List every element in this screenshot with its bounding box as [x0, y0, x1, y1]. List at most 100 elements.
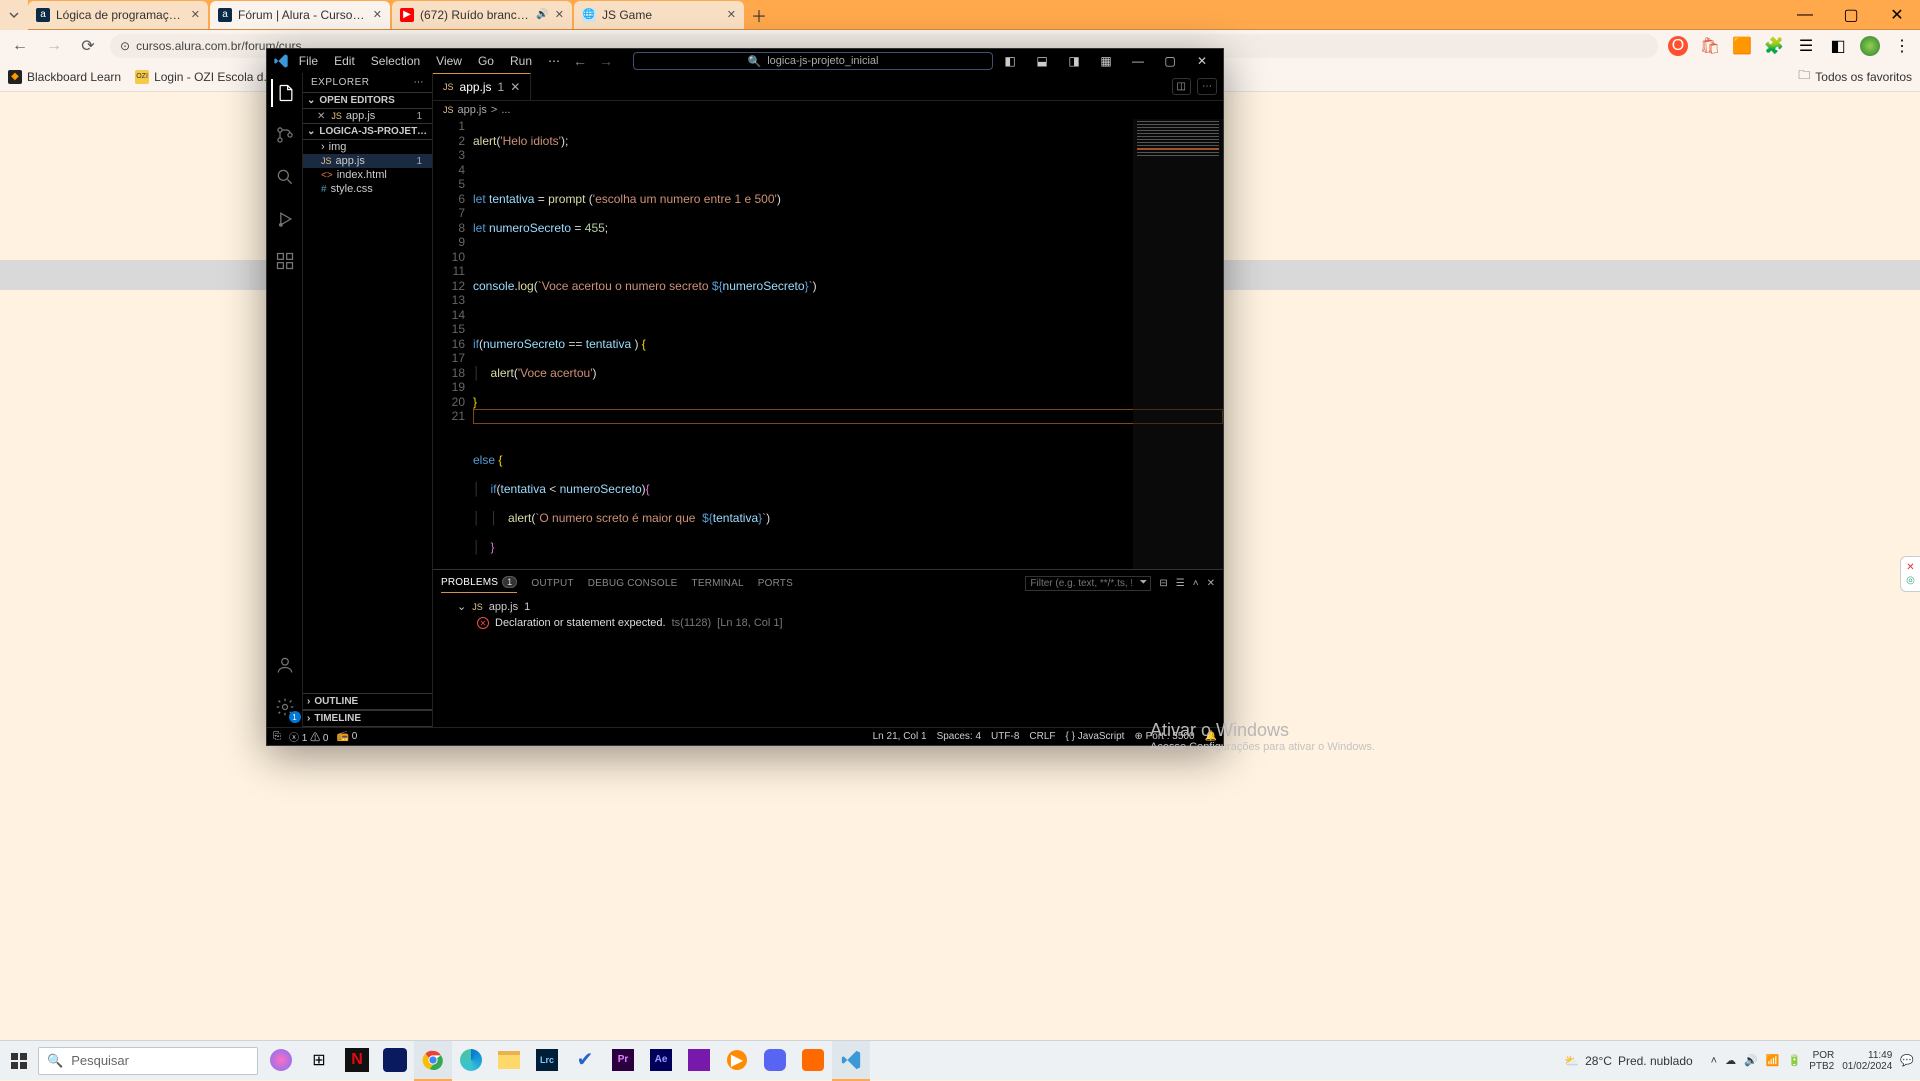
forward-button[interactable]: → [42, 34, 66, 58]
vscode-titlebar[interactable]: File Edit Selection View Go Run ⋯ ← → 🔍 … [267, 49, 1223, 73]
menu-file[interactable]: File [292, 52, 325, 70]
tab-search-button[interactable] [0, 0, 28, 30]
file-item-appjs[interactable]: JS app.js 1 [303, 154, 432, 168]
activity-run-debug-icon[interactable] [271, 205, 299, 233]
reading-list-icon[interactable]: ☰ [1796, 36, 1816, 56]
status-spaces[interactable]: Spaces: 4 [937, 731, 981, 742]
back-button[interactable]: ← [8, 34, 32, 58]
outline-section[interactable]: › OUTLINE [303, 693, 432, 710]
open-editor-item[interactable]: ✕ JS app.js 1 [303, 109, 432, 123]
close-icon[interactable]: ✕ [727, 8, 736, 21]
menu-icon[interactable]: ⋮ [1892, 36, 1912, 56]
project-section[interactable]: ⌄ LOGICA-JS-PROJETO_INICI... [303, 123, 432, 140]
activity-settings-icon[interactable]: 1 [271, 693, 299, 721]
panel-tab-debug[interactable]: DEBUG CONSOLE [588, 574, 678, 593]
activity-source-control-icon[interactable] [271, 121, 299, 149]
editor-tab-appjs[interactable]: JS app.js 1 ✕ [433, 73, 531, 100]
taskbar-weather[interactable]: ⛅ 28°C Pred. nublado [1564, 1054, 1693, 1068]
panel-tab-output[interactable]: OUTPUT [531, 574, 573, 593]
code-editor[interactable]: 123456789101112131415161718192021 alert(… [433, 119, 1223, 569]
side-floating-widget[interactable]: ✕ ◎ [1900, 556, 1920, 592]
menu-view[interactable]: View [429, 52, 469, 70]
tray-battery-icon[interactable]: 🔋 [1788, 1054, 1802, 1067]
site-info-icon[interactable]: ⊙ [120, 39, 130, 53]
file-item-index[interactable]: <> index.html [303, 168, 432, 182]
layout-toggle-left-icon[interactable]: ◧ [995, 50, 1025, 72]
window-maximize-icon[interactable]: ▢ [1155, 50, 1185, 72]
open-editors-section[interactable]: ⌄ OPEN EDITORS [303, 92, 432, 109]
menu-edit[interactable]: Edit [327, 52, 362, 70]
app-discord[interactable] [756, 1041, 794, 1081]
app-media[interactable]: ▶ [718, 1041, 756, 1081]
problems-filter-input[interactable] [1025, 576, 1151, 591]
app-chrome[interactable] [414, 1041, 452, 1081]
close-icon[interactable]: ✕ [373, 8, 382, 21]
filter-icon[interactable]: ⏷ [1139, 577, 1147, 588]
tray-notifications-icon[interactable]: 💬 [1900, 1054, 1914, 1067]
start-button[interactable] [0, 1041, 38, 1081]
window-close-icon[interactable]: ✕ [1187, 50, 1217, 72]
layout-toggle-right-icon[interactable]: ◨ [1059, 50, 1089, 72]
status-encoding[interactable]: UTF-8 [991, 731, 1019, 742]
profile-icon[interactable] [1860, 36, 1880, 56]
browser-tab-1[interactable]: a Fórum | Alura - Cursos online d... ✕ [210, 1, 390, 29]
tray-clock[interactable]: 11:4901/02/2024 [1842, 1050, 1892, 1072]
widget-close-icon[interactable]: ✕ [1906, 562, 1914, 573]
widget-target-icon[interactable]: ◎ [1906, 575, 1915, 586]
browser-tab-3[interactable]: 🌐 JS Game ✕ [574, 1, 744, 29]
close-icon[interactable]: ✕ [510, 80, 520, 94]
status-cursor[interactable]: Ln 21, Col 1 [873, 731, 927, 742]
tray-onedrive-icon[interactable]: ☁ [1725, 1054, 1736, 1067]
layout-toggle-bottom-icon[interactable]: ⬓ [1027, 50, 1057, 72]
activity-search-icon[interactable] [271, 163, 299, 191]
status-eol[interactable]: CRLF [1029, 731, 1055, 742]
view-as-list-icon[interactable]: ☰ [1176, 578, 1185, 589]
extension-icon[interactable]: 🛍 [1700, 36, 1720, 56]
task-view-icon[interactable]: ⊞ [300, 1041, 338, 1081]
all-bookmarks[interactable]: 🗀 Todos os favoritos [1798, 66, 1912, 87]
app-vscode[interactable] [832, 1041, 870, 1081]
minimap[interactable] [1133, 119, 1223, 569]
more-icon[interactable]: ⋯ [414, 77, 425, 88]
tray-volume-icon[interactable]: 🔊 [1744, 1054, 1758, 1067]
extensions-icon[interactable]: 🧩 [1764, 36, 1784, 56]
maximize-panel-icon[interactable]: ˄ [1193, 578, 1199, 589]
app-premiere[interactable]: Pr [604, 1041, 642, 1081]
tray-wifi-icon[interactable]: 📶 [1766, 1054, 1780, 1067]
folder-item[interactable]: › img [303, 140, 432, 154]
status-radio[interactable]: 📻 0 [336, 731, 357, 742]
tray-language[interactable]: PORPTB2 [1809, 1050, 1834, 1072]
close-icon[interactable]: ✕ [191, 8, 200, 21]
cortana-icon[interactable] [262, 1041, 300, 1081]
panel-tab-ports[interactable]: PORTS [758, 574, 793, 593]
app-todo[interactable]: ✔ [566, 1041, 604, 1081]
menu-selection[interactable]: Selection [364, 52, 427, 70]
app-aftereffects[interactable]: Ae [642, 1041, 680, 1081]
app-lightroom[interactable]: Lrc [528, 1041, 566, 1081]
browser-tab-2[interactable]: ▶ (672) Ruído branco para es... 🔊 ✕ [392, 1, 572, 29]
nav-fwd-icon[interactable]: → [595, 53, 617, 69]
source-code[interactable]: alert('Helo idiots'); let tentativa = pr… [473, 119, 1223, 569]
browser-tab-0[interactable]: a Lógica de programação: merg... ✕ [28, 1, 208, 29]
split-editor-icon[interactable]: ◫ [1172, 78, 1191, 95]
panel-tab-terminal[interactable]: TERMINAL [692, 574, 744, 593]
status-errors[interactable]: ⓧ 1 ⚠ 0 [289, 729, 328, 744]
problems-file-group[interactable]: ⌄ JS app.js 1 [441, 598, 1215, 615]
window-minimize-icon[interactable]: — [1123, 50, 1153, 72]
menu-more[interactable]: ⋯ [541, 52, 567, 70]
maximize-button[interactable]: ▢ [1828, 0, 1874, 30]
close-icon[interactable]: ✕ [555, 8, 564, 21]
close-button[interactable]: ✕ [1874, 0, 1920, 30]
new-tab-button[interactable]: ＋ [746, 2, 772, 28]
audio-icon[interactable]: 🔊 [536, 9, 548, 20]
bookmark-item[interactable]: OZI Login - OZI Escola d... [135, 70, 273, 84]
extension-icon[interactable]: 🟧 [1732, 36, 1752, 56]
more-icon[interactable]: ⋯ [1197, 78, 1217, 95]
customize-layout-icon[interactable]: ▦ [1091, 50, 1121, 72]
extension-icon[interactable]: O [1668, 36, 1688, 56]
nav-back-icon[interactable]: ← [569, 53, 591, 69]
timeline-section[interactable]: › TIMELINE [303, 710, 432, 727]
reload-button[interactable]: ⟳ [76, 34, 100, 58]
problem-item[interactable]: ✕ Declaration or statement expected. ts(… [441, 615, 1215, 631]
close-panel-icon[interactable]: ✕ [1207, 578, 1215, 589]
